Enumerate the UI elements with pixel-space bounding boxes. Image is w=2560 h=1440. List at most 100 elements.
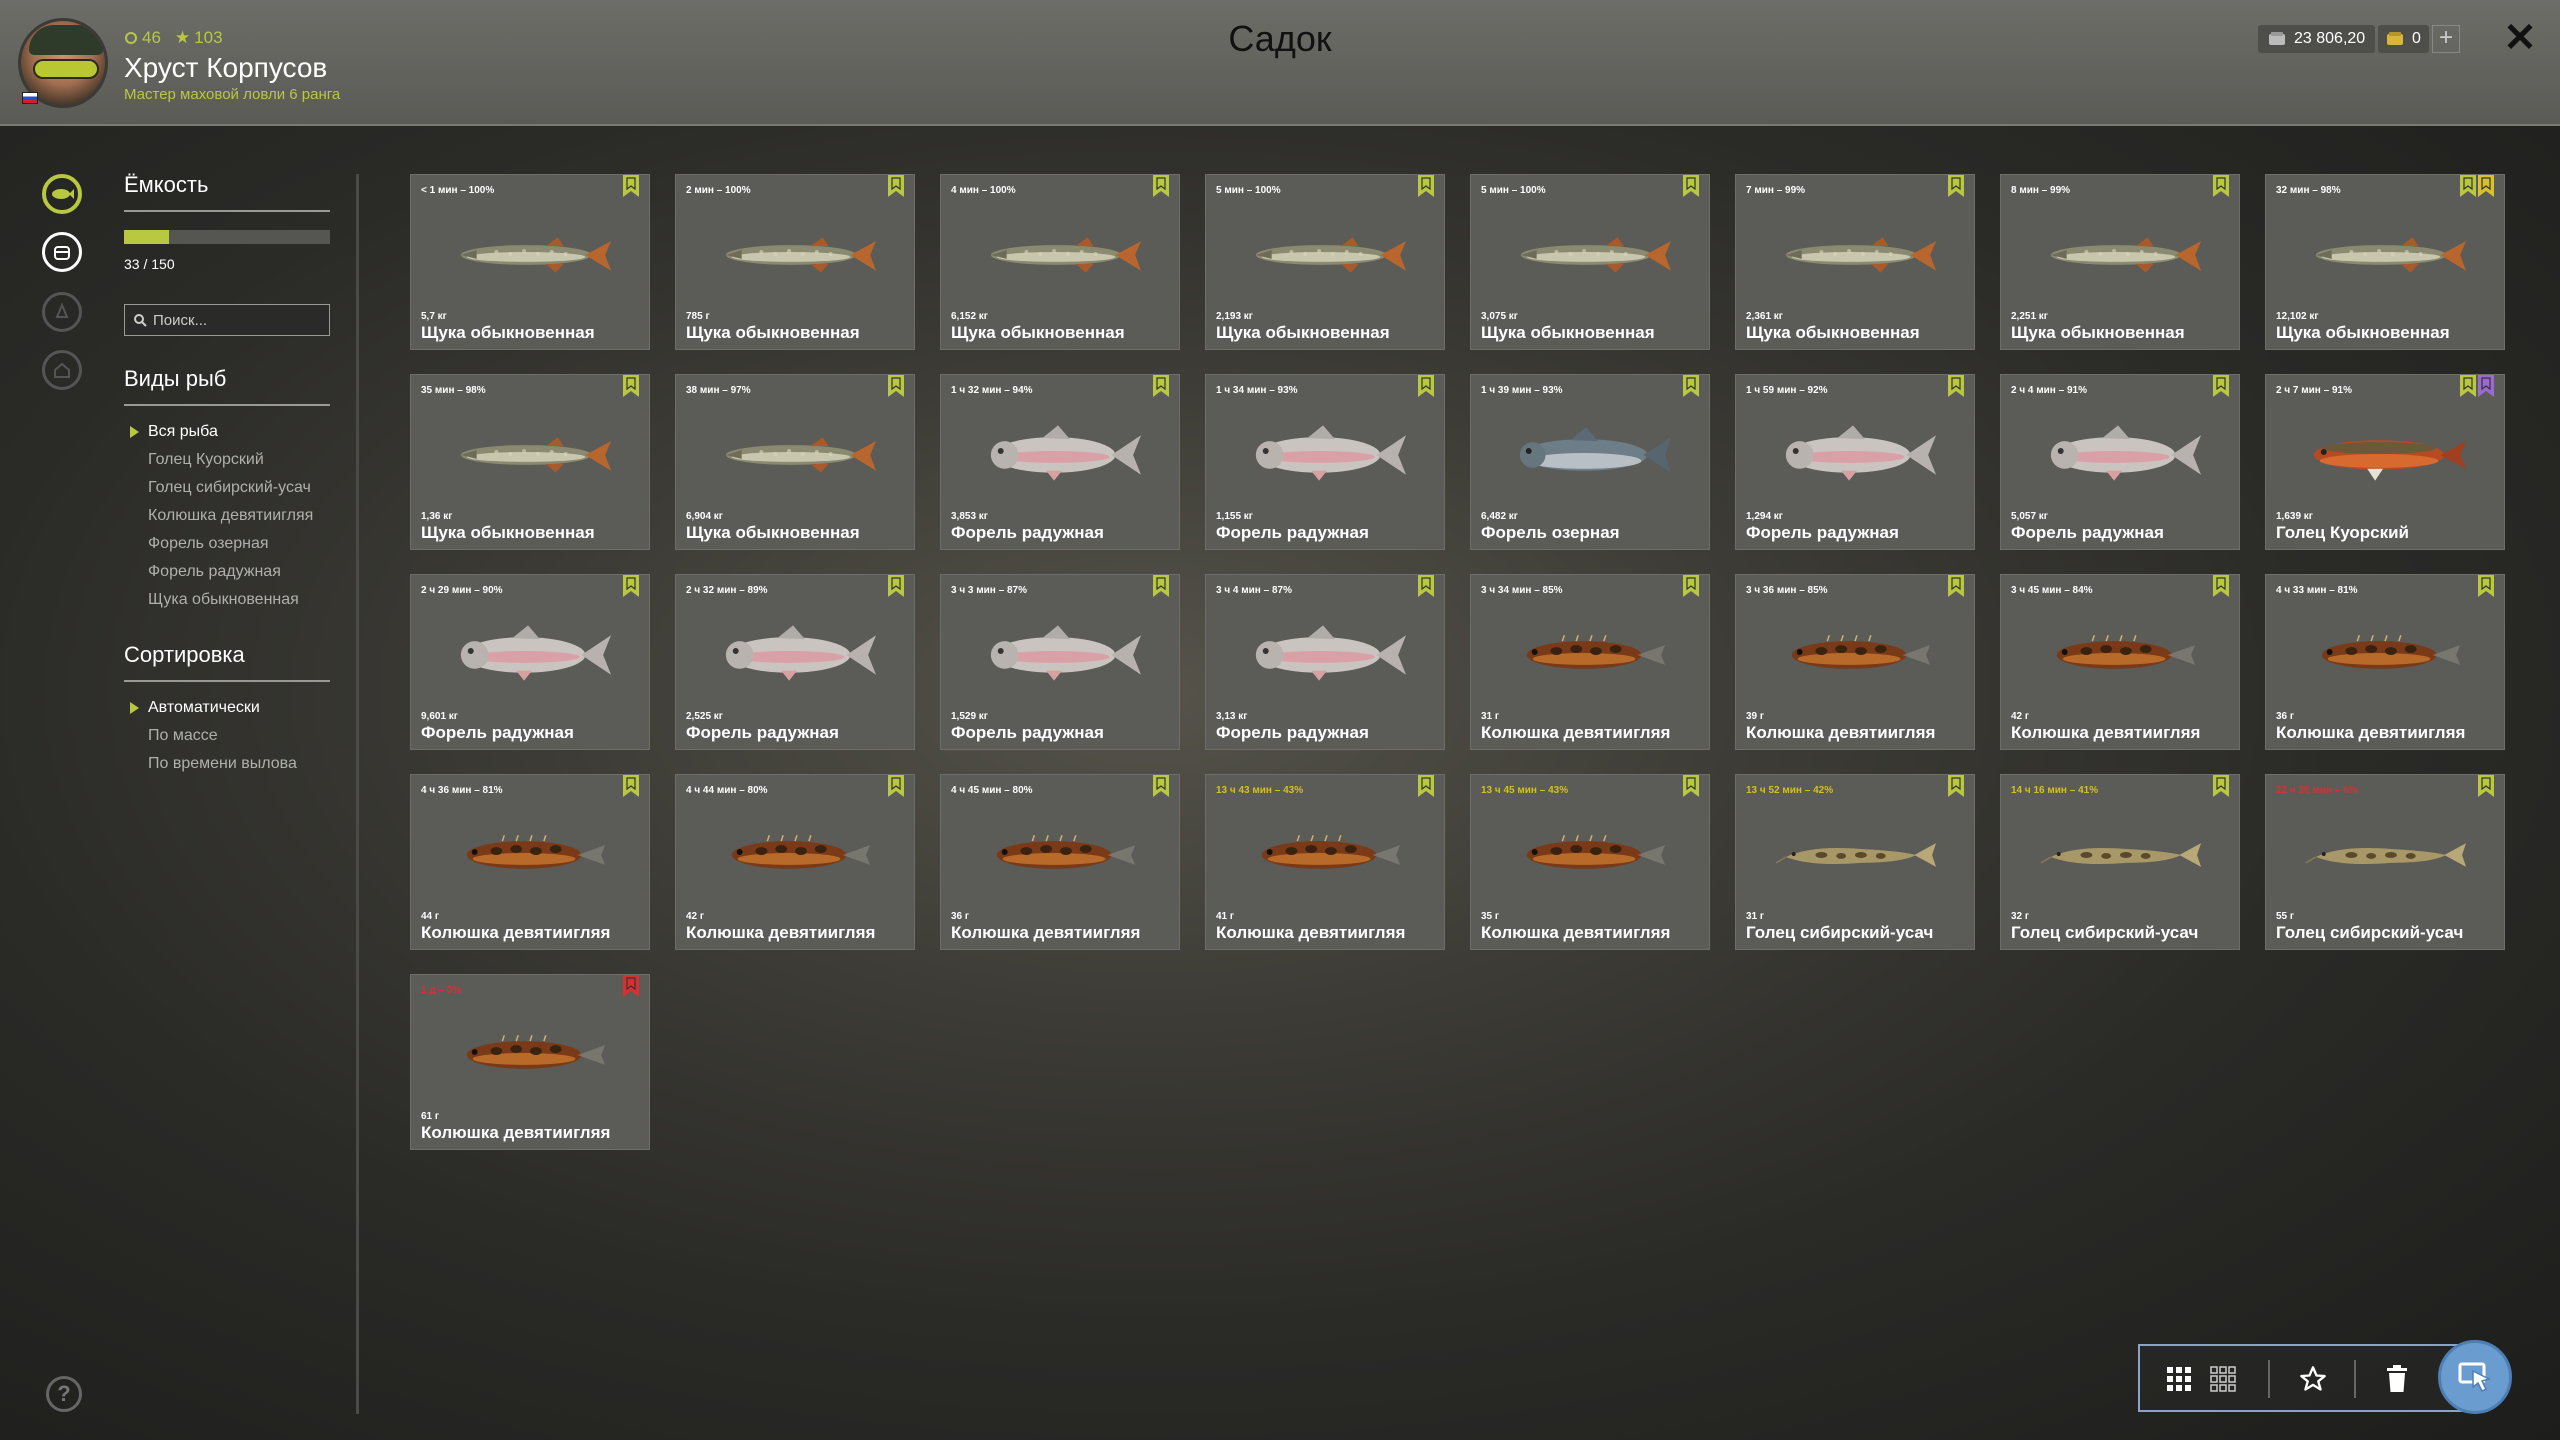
keepnet-bag-tab-icon[interactable]	[42, 232, 82, 272]
fish-card[interactable]: 7 мин – 99% 2,361 кг Щука обыкновенная	[1735, 174, 1975, 350]
fish-card[interactable]: 13 ч 43 мин – 43% 41 г Колюшка девятиигляя	[1205, 774, 1445, 950]
bookmark-green-icon[interactable]	[888, 575, 904, 597]
bookmark-green-icon[interactable]	[1153, 575, 1169, 597]
cursor-icon[interactable]	[2438, 1340, 2512, 1414]
fish-weight: 6,904 кг	[686, 511, 723, 522]
fish-card[interactable]: 4 ч 45 мин – 80% 36 г Колюшка девятиигляя	[940, 774, 1180, 950]
fish-card[interactable]: 2 ч 4 мин – 91% 5,057 кг Форель радужная	[2000, 374, 2240, 550]
bookmark-green-icon[interactable]	[1153, 775, 1169, 797]
species-item[interactable]: Голец сибирский-усач	[124, 474, 313, 502]
fish-card[interactable]: 2 ч 29 мин – 90% 9,601 кг Форель радужная	[410, 574, 650, 750]
fish-catch-time: 7 мин – 99%	[1746, 185, 1806, 196]
fish-card[interactable]: 3 ч 45 мин – 84% 42 г Колюшка девятиигляя	[2000, 574, 2240, 750]
bookmark-green-icon[interactable]	[1418, 575, 1434, 597]
grid-large-icon[interactable]	[2162, 1362, 2196, 1396]
bookmark-green-icon[interactable]	[2460, 375, 2476, 397]
fish-card[interactable]: 13 ч 52 мин – 42% 31 г Голец сибирский-уса…	[1735, 774, 1975, 950]
fish-catch-time: 3 ч 45 мин – 84%	[2011, 585, 2093, 596]
fish-card[interactable]: 1 ч 39 мин – 93% 6,482 кг Форель озерная	[1470, 374, 1710, 550]
help-button[interactable]: ?	[46, 1376, 82, 1412]
bookmark-green-icon[interactable]	[1418, 175, 1434, 197]
fish-card[interactable]: 4 ч 36 мин – 81% 44 г Колюшка девятиигляя	[410, 774, 650, 950]
fish-card[interactable]: 3 ч 4 мин – 87% 3,13 кг Форель радужная	[1205, 574, 1445, 750]
bookmark-green-icon[interactable]	[2213, 175, 2229, 197]
bookmark-green-icon[interactable]	[1418, 375, 1434, 397]
bookmark-green-icon[interactable]	[2213, 575, 2229, 597]
house-tab-icon[interactable]	[42, 350, 82, 390]
fish-catch-time: 1 ч 59 мин – 92%	[1746, 385, 1828, 396]
species-item[interactable]: Колюшка девятиигляя	[124, 502, 313, 530]
bookmark-green-icon[interactable]	[1153, 375, 1169, 397]
bookmark-red-icon[interactable]	[623, 975, 639, 997]
species-item[interactable]: Голец Куорский	[124, 446, 313, 474]
species-item[interactable]: Щука обыкновенная	[124, 586, 313, 614]
bookmark-green-icon[interactable]	[888, 175, 904, 197]
bookmark-green-icon[interactable]	[623, 575, 639, 597]
fish-name: Голец Куорский	[2276, 523, 2409, 542]
bookmark-green-icon[interactable]	[2478, 775, 2494, 797]
fish-card[interactable]: 1 ч 32 мин – 94% 3,853 кг Форель радужная	[940, 374, 1180, 550]
trash-icon[interactable]	[2380, 1362, 2414, 1396]
species-item[interactable]: Форель радужная	[124, 558, 313, 586]
fish-card[interactable]: 5 мин – 100% 3,075 кг Щука обыкновенная	[1470, 174, 1710, 350]
bookmark-green-icon[interactable]	[623, 375, 639, 397]
fish-card[interactable]: 1 ч 34 мин – 93% 1,155 кг Форель радужная	[1205, 374, 1445, 550]
fish-card[interactable]: 38 мин – 97% 6,904 кг Щука обыкновенная	[675, 374, 915, 550]
species-item[interactable]: Форель озерная	[124, 530, 313, 558]
bookmark-green-icon[interactable]	[2213, 775, 2229, 797]
fish-card[interactable]: 2 ч 7 мин – 91% 1,639 кг Голец Куорский	[2265, 374, 2505, 550]
bookmark-green-icon[interactable]	[2460, 175, 2476, 197]
bookmark-green-icon[interactable]	[1683, 775, 1699, 797]
fish-card[interactable]: 2 ч 32 мин – 89% 2,525 кг Форель радужная	[675, 574, 915, 750]
fish-name: Щука обыкновенная	[1481, 323, 1655, 342]
fish-card[interactable]: 8 мин – 99% 2,251 кг Щука обыкновенная	[2000, 174, 2240, 350]
sorting-item[interactable]: По массе	[124, 722, 297, 750]
fish-card[interactable]: 5 мин – 100% 2,193 кг Щука обыкновенная	[1205, 174, 1445, 350]
fish-card[interactable]: 4 ч 33 мин – 81% 36 г Колюшка девятиигляя	[2265, 574, 2505, 750]
fish-card[interactable]: 3 ч 3 мин – 87% 1,529 кг Форель радужная	[940, 574, 1180, 750]
bookmark-green-icon[interactable]	[1948, 575, 1964, 597]
search-input[interactable]: Поиск...	[124, 304, 330, 336]
fish-card[interactable]: 2 мин – 100% 785 г Щука обыкновенная	[675, 174, 915, 350]
keepnet-fish-tab-icon[interactable]	[42, 174, 82, 214]
fish-card[interactable]: 3 ч 34 мин – 85% 31 г Колюшка девятиигляя	[1470, 574, 1710, 750]
bookmark-purple-icon[interactable]	[2478, 375, 2494, 397]
fish-card[interactable]: 35 мин – 98% 1,36 кг Щука обыкновенная	[410, 374, 650, 550]
campfire-tab-icon[interactable]	[42, 292, 82, 332]
bookmark-green-icon[interactable]	[2213, 375, 2229, 397]
fish-name: Колюшка девятиигляя	[2011, 723, 2201, 742]
player-rank: Мастер маховой ловли 6 ранга	[124, 86, 341, 103]
bookmark-green-icon[interactable]	[888, 375, 904, 397]
fish-card[interactable]: 1 ч 59 мин – 92% 1,294 кг Форель радужная	[1735, 374, 1975, 550]
bookmark-green-icon[interactable]	[888, 775, 904, 797]
fish-name: Колюшка девятиигляя	[421, 1123, 611, 1142]
bookmark-yellow-icon[interactable]	[2478, 175, 2494, 197]
star-icon[interactable]	[2296, 1362, 2330, 1396]
bookmark-green-icon[interactable]	[623, 775, 639, 797]
fish-card[interactable]: 1 д – 0% 61 г Колюшка девятиигляя	[410, 974, 650, 1150]
bookmark-green-icon[interactable]	[1683, 575, 1699, 597]
close-button[interactable]: ✕	[2502, 18, 2538, 58]
fish-card[interactable]: 22 ч 36 мин – 6% 55 г Голец сибирский-усач	[2265, 774, 2505, 950]
grid-small-icon[interactable]	[2206, 1362, 2240, 1396]
fish-card[interactable]: < 1 мин – 100% 5,7 кг Щука обыкновенная	[410, 174, 650, 350]
sorting-item[interactable]: Автоматически	[124, 694, 297, 722]
bookmark-green-icon[interactable]	[1948, 375, 1964, 397]
add-gold-button[interactable]: +	[2432, 25, 2460, 53]
sorting-item[interactable]: По времени вылова	[124, 750, 297, 778]
bookmark-green-icon[interactable]	[623, 175, 639, 197]
species-item[interactable]: Вся рыба	[124, 418, 313, 446]
fish-card[interactable]: 14 ч 16 мин – 41% 32 г Голец сибирский-уса…	[2000, 774, 2240, 950]
fish-card[interactable]: 4 ч 44 мин – 80% 42 г Колюшка девятиигляя	[675, 774, 915, 950]
bookmark-green-icon[interactable]	[1948, 775, 1964, 797]
fish-card[interactable]: 13 ч 45 мин – 43% 35 г Колюшка девятиигляя	[1470, 774, 1710, 950]
bookmark-green-icon[interactable]	[1153, 175, 1169, 197]
bookmark-green-icon[interactable]	[1418, 775, 1434, 797]
fish-card[interactable]: 32 мин – 98% 12,102 кг Щука обыкновенная	[2265, 174, 2505, 350]
bookmark-green-icon[interactable]	[1683, 175, 1699, 197]
fish-card[interactable]: 3 ч 36 мин – 85% 39 г Колюшка девятиигляя	[1735, 574, 1975, 750]
fish-card[interactable]: 4 мин – 100% 6,152 кг Щука обыкновенная	[940, 174, 1180, 350]
bookmark-green-icon[interactable]	[1683, 375, 1699, 397]
bookmark-green-icon[interactable]	[2478, 575, 2494, 597]
bookmark-green-icon[interactable]	[1948, 175, 1964, 197]
